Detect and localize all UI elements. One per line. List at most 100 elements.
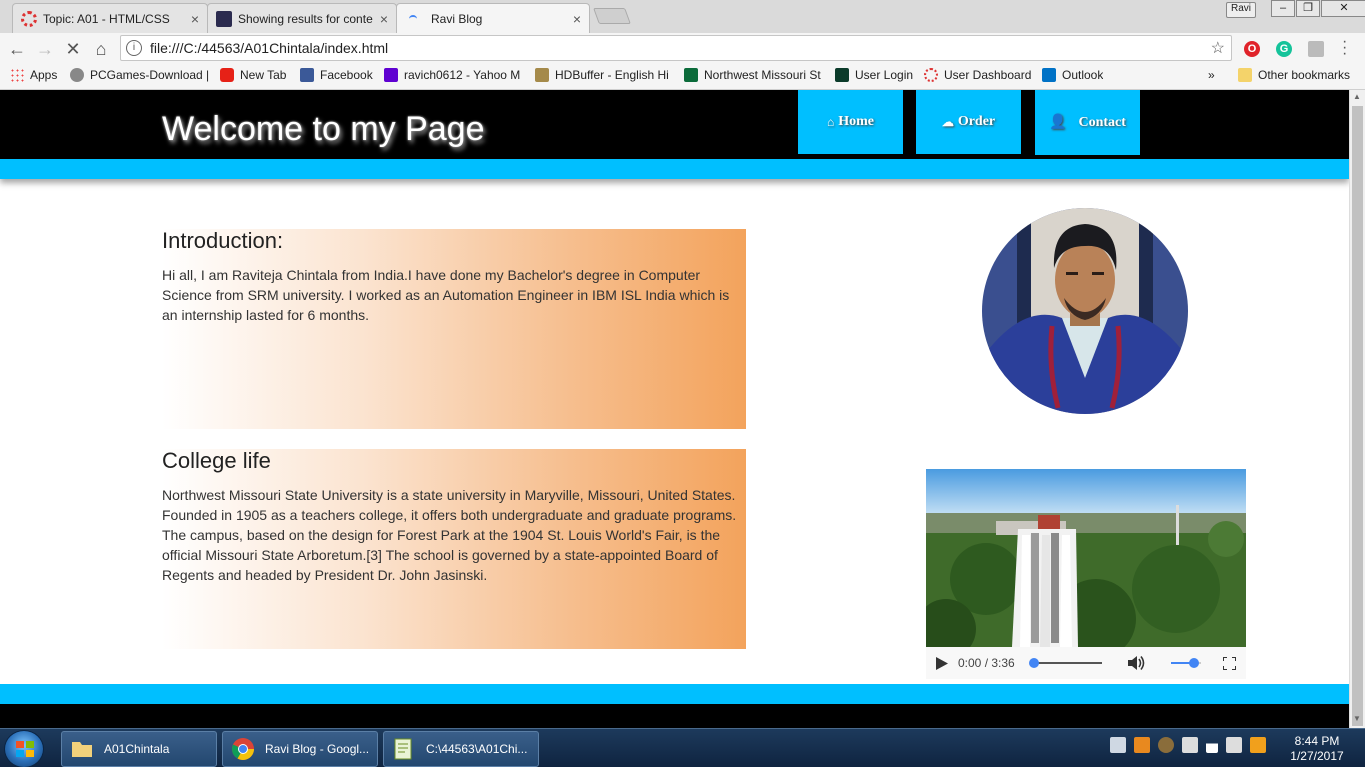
forward-arrow-icon[interactable]: →	[34, 38, 56, 60]
system-clock[interactable]: 8:44 PM 1/27/2017	[1282, 734, 1352, 764]
folder-icon	[1238, 68, 1252, 82]
bookmark-label: Outlook	[1062, 68, 1104, 82]
tab-title: Ravi Blog	[431, 11, 483, 26]
taskbar-item-notepad[interactable]: C:\44563\A01Chi...	[383, 731, 539, 767]
nav-home[interactable]: ⌂ Home	[798, 90, 903, 154]
bookmark-yahoo-mail[interactable]: ravich0612 - Yahoo M	[384, 68, 522, 82]
site-info-icon[interactable]: i	[126, 40, 142, 56]
window-controls: – ❐ ✕	[1270, 0, 1365, 17]
tab-strip: Topic: A01 - HTML/CSS × Showing results …	[0, 0, 1365, 33]
tray-device-icon[interactable]	[1182, 737, 1198, 753]
bookmark-label: HDBuffer - English Hi	[555, 68, 669, 82]
northwest-logo-icon	[835, 68, 849, 82]
bookmark-new-tab[interactable]: New Tab	[220, 68, 286, 82]
extension-icon[interactable]	[1308, 41, 1324, 57]
bookmark-user-dashboard[interactable]: User Dashboard	[924, 68, 1031, 82]
taskbar-item-label: C:\44563\A01Chi...	[426, 742, 528, 756]
restore-button[interactable]: ❐	[1296, 0, 1320, 17]
bookmark-label: New Tab	[240, 68, 287, 82]
taskbar-item-explorer[interactable]: A01Chintala	[61, 731, 217, 767]
video-poster-image	[926, 469, 1246, 647]
bookmark-user-login[interactable]: User Login	[835, 68, 913, 82]
play-icon[interactable]	[936, 657, 948, 670]
other-bookmarks[interactable]: Other bookmarks	[1238, 68, 1350, 82]
page-scrollbar[interactable]: ▲ ▼	[1349, 90, 1365, 728]
video-frame[interactable]	[926, 469, 1246, 647]
scrollbar-thumb[interactable]	[1352, 106, 1363, 726]
page-viewport: Welcome to my Page ⌂ Home ☁ Order 👤 Cont…	[0, 90, 1349, 728]
volume-icon[interactable]	[1128, 655, 1146, 671]
video-controls: 0:00 / 3:36	[926, 647, 1246, 679]
address-bar[interactable]: i file:///C:/44563/A01Chintala/index.htm…	[120, 35, 1232, 61]
section-body: Hi all, I am Raviteja Chintala from Indi…	[162, 267, 730, 323]
volume-muted-icon[interactable]	[1226, 737, 1242, 753]
opera-icon[interactable]: O	[1244, 41, 1260, 57]
tab-ravi-blog[interactable]: Ravi Blog ×	[396, 3, 590, 33]
back-arrow-icon[interactable]: ←	[6, 38, 28, 60]
home-icon[interactable]: ⌂	[90, 38, 112, 60]
college-life-section: College life Northwest Missouri State Un…	[162, 448, 746, 649]
tab-close-icon[interactable]: ×	[380, 11, 388, 27]
tab-favicon-icon	[216, 10, 232, 27]
notepad-plus-icon	[394, 738, 412, 760]
youtube-icon	[220, 68, 234, 82]
url-text[interactable]: file:///C:/44563/A01Chintala/index.html	[150, 40, 1211, 56]
folder-icon	[72, 742, 92, 757]
volume-slider[interactable]	[1171, 658, 1201, 668]
taskbar-item-label: Ravi Blog - Googl...	[265, 742, 370, 756]
apps-grid-icon	[10, 68, 24, 82]
bookmark-outlook[interactable]: Outlook	[1042, 68, 1103, 82]
bookmark-label: Other bookmarks	[1258, 68, 1351, 82]
nav-label: Order	[957, 114, 996, 129]
campus-video-player[interactable]: 0:00 / 3:36	[926, 469, 1246, 679]
taskbar-item-chrome[interactable]: Ravi Blog - Googl...	[222, 731, 378, 767]
volume-handle[interactable]	[1188, 658, 1199, 668]
stop-loading-icon[interactable]: ✕	[62, 38, 84, 60]
cloud-icon: ☁	[941, 114, 954, 129]
tab-showing-results[interactable]: Showing results for conte ×	[207, 3, 397, 33]
profile-button[interactable]: Ravi	[1226, 2, 1257, 18]
seek-handle[interactable]	[1029, 658, 1039, 668]
bookmark-northwest-missouri[interactable]: Northwest Missouri St	[684, 68, 822, 82]
chrome-icon	[232, 738, 254, 760]
minimize-button[interactable]: –	[1271, 0, 1295, 17]
fullscreen-icon[interactable]	[1223, 657, 1236, 670]
loading-icon	[409, 14, 417, 23]
tray-app-icon[interactable]	[1134, 737, 1150, 753]
security-shield-icon[interactable]	[1250, 737, 1266, 753]
network-signal-icon[interactable]	[1206, 737, 1218, 753]
bookmark-star-icon[interactable]: ☆	[1211, 38, 1225, 58]
start-button[interactable]	[4, 730, 44, 767]
tab-title: Topic: A01 - HTML/CSS	[43, 11, 170, 26]
nav-contact[interactable]: 👤 Contact	[1035, 90, 1140, 155]
close-window-button[interactable]: ✕	[1321, 0, 1365, 17]
scroll-up-arrow-icon[interactable]: ▲	[1353, 92, 1361, 101]
video-time: 0:00 / 3:36	[958, 656, 1015, 670]
browser-menu-icon[interactable]: · · ·	[1342, 34, 1347, 62]
browser-toolbar: ← → ✕ ⌂ i file:///C:/44563/A01Chintala/i…	[0, 33, 1365, 63]
bookmark-label: PCGames-Download |	[90, 68, 210, 82]
tab-topic-a01[interactable]: Topic: A01 - HTML/CSS ×	[12, 3, 208, 33]
bookmark-apps[interactable]: Apps	[10, 68, 57, 82]
bookmark-label: ravich0612 - Yahoo M	[404, 68, 521, 82]
section-body: Northwest Missouri State University is a…	[162, 487, 737, 583]
bookmark-label: Northwest Missouri St	[704, 68, 821, 82]
tray-app-icon[interactable]	[1158, 737, 1174, 753]
clock-date: 1/27/2017	[1290, 749, 1344, 763]
scroll-down-arrow-icon[interactable]: ▼	[1353, 714, 1361, 723]
bookmark-label: User Dashboard	[944, 68, 1032, 82]
bookmarks-overflow-button[interactable]: »	[1208, 68, 1215, 82]
tab-close-icon[interactable]: ×	[573, 11, 581, 27]
new-tab-button[interactable]	[593, 8, 631, 24]
dropbox-icon[interactable]	[1110, 737, 1126, 753]
northwest-logo-icon	[684, 68, 698, 82]
nav-order[interactable]: ☁ Order	[916, 90, 1021, 154]
bookmark-facebook[interactable]: Facebook	[300, 68, 373, 82]
bookmark-pcgames[interactable]: PCGames-Download |	[70, 68, 210, 82]
seek-slider[interactable]	[1029, 658, 1102, 668]
tab-close-icon[interactable]: ×	[191, 11, 199, 27]
grammarly-icon[interactable]: G	[1276, 41, 1292, 57]
user-icon: 👤	[1049, 115, 1067, 130]
bookmark-hdbuffer[interactable]: HDBuffer - English Hi	[535, 68, 673, 82]
bookmark-label: User Login	[855, 68, 914, 82]
